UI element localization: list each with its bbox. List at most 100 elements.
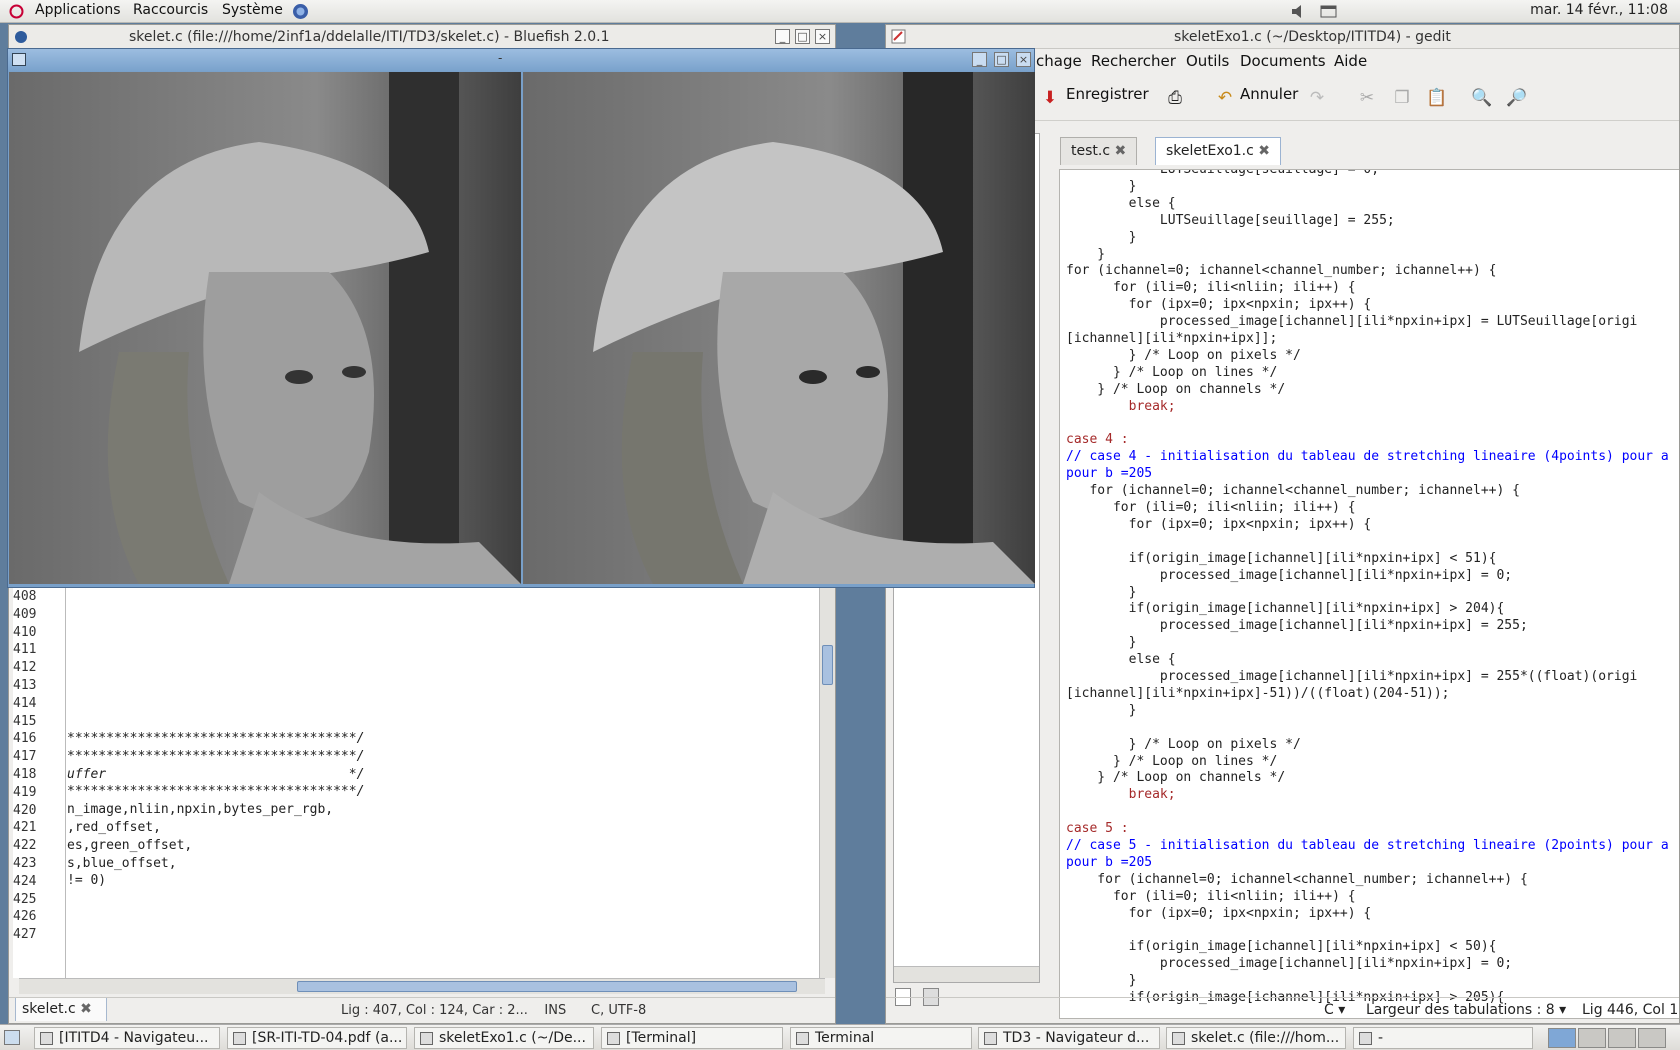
menu-systeme[interactable]: Système bbox=[222, 2, 283, 18]
debian-logo-icon[interactable] bbox=[8, 3, 25, 20]
taskbar-item-label: [Terminal] bbox=[626, 1030, 697, 1046]
line-number: 419 bbox=[13, 784, 37, 800]
maximize-button[interactable]: □ bbox=[994, 52, 1009, 67]
workspace-4[interactable] bbox=[1638, 1028, 1666, 1048]
language-selector[interactable]: C ▾ bbox=[1324, 1002, 1345, 1018]
undo-button[interactable]: Annuler bbox=[1240, 85, 1298, 103]
hscroll-thumb[interactable] bbox=[297, 981, 797, 992]
menu-rechercher[interactable]: Rechercher bbox=[1091, 52, 1176, 70]
close-tab-icon[interactable]: ✖ bbox=[1258, 143, 1270, 159]
scroll-thumb[interactable] bbox=[822, 645, 833, 685]
line-number: 422 bbox=[13, 838, 37, 854]
taskbar-item[interactable]: skeletExo1.c (~/De... bbox=[414, 1027, 594, 1049]
tab-label: test.c bbox=[1071, 143, 1111, 159]
vertical-scrollbar[interactable] bbox=[819, 585, 835, 978]
line-number: 418 bbox=[13, 767, 37, 782]
workspace-switcher[interactable] bbox=[1548, 1028, 1670, 1048]
code-line: *************************************/ bbox=[67, 784, 365, 800]
line-number: 420 bbox=[13, 802, 37, 818]
code-line: LUTSeuillage[seuillage] = 255; bbox=[1066, 212, 1395, 228]
line-number: 412 bbox=[13, 660, 37, 676]
minimize-button[interactable]: _ bbox=[972, 52, 987, 67]
workspace-1[interactable] bbox=[1548, 1028, 1576, 1048]
code-line: case 4 : bbox=[1066, 432, 1129, 448]
show-desktop-icon[interactable] bbox=[4, 1030, 20, 1045]
code-line: // case 5 - initialisation du tableau de… bbox=[1066, 838, 1669, 853]
menu-aide[interactable]: Aide bbox=[1334, 52, 1367, 70]
browser-launcher-icon[interactable] bbox=[292, 3, 309, 20]
menu-affichage[interactable]: chage bbox=[1036, 52, 1082, 70]
save-button[interactable]: Enregistrer bbox=[1066, 85, 1149, 103]
taskbar-item-label: skelet.c (file:///hom... bbox=[1191, 1030, 1340, 1046]
taskbar-item-label: - bbox=[1378, 1030, 1384, 1046]
window-icon bbox=[40, 1032, 53, 1045]
line-number: 410 bbox=[13, 624, 37, 640]
menu-raccourcis[interactable]: Raccourcis bbox=[133, 2, 208, 18]
workspace-3[interactable] bbox=[1608, 1028, 1636, 1048]
side-panel-hscroll[interactable] bbox=[894, 966, 1039, 982]
search-icon[interactable]: 🔍 bbox=[1471, 87, 1493, 109]
workspace-2[interactable] bbox=[1578, 1028, 1606, 1048]
close-tab-icon[interactable]: ✖ bbox=[1115, 143, 1127, 159]
image-viewer-titlebar[interactable]: - _ □ × bbox=[8, 49, 1034, 71]
code-line: for (ichannel=0; ichannel<channel_number… bbox=[1066, 871, 1528, 887]
bluefish-app-icon bbox=[13, 28, 30, 45]
clock[interactable]: mar. 14 févr., 11:08 bbox=[1530, 2, 1668, 18]
code-line: } bbox=[1066, 229, 1137, 245]
print-icon[interactable]: ⎙ bbox=[1164, 87, 1186, 109]
processed-image bbox=[523, 72, 1035, 584]
cut-icon[interactable]: ✂ bbox=[1356, 87, 1378, 109]
gedit-statusbar: C ▾ Largeur des tabulations : 8 ▾ Lig 44… bbox=[886, 997, 1679, 1023]
code-line: for (ichannel=0; ichannel<channel_number… bbox=[1066, 483, 1520, 499]
taskbar-item[interactable]: [Terminal] bbox=[601, 1027, 783, 1049]
taskbar-item[interactable]: [SR-ITI-TD-04.pdf (a... bbox=[227, 1027, 407, 1049]
taskbar-item[interactable]: TD3 - Navigateur d... bbox=[978, 1027, 1160, 1049]
save-icon[interactable]: ⬇ bbox=[1039, 87, 1061, 109]
line-number: 425 bbox=[13, 891, 37, 907]
undo-icon[interactable]: ↶ bbox=[1214, 87, 1236, 109]
volume-icon[interactable] bbox=[1290, 3, 1307, 20]
line-number: 411 bbox=[13, 642, 37, 658]
close-button[interactable]: × bbox=[1016, 52, 1031, 67]
taskbar-item[interactable]: [ITITD4 - Navigateu... bbox=[34, 1027, 220, 1049]
copy-icon[interactable]: ❐ bbox=[1391, 87, 1413, 109]
display-icon[interactable] bbox=[1320, 3, 1337, 20]
code-line: } /* Loop on pixels */ bbox=[1066, 736, 1301, 752]
window-menu-icon[interactable] bbox=[12, 53, 26, 66]
code-line: processed_image[ichannel][ili*npxin+ipx]… bbox=[1066, 956, 1513, 972]
code-line: *************************************/ bbox=[67, 731, 365, 746]
code-line: es,green_offset, bbox=[67, 837, 193, 853]
search-replace-icon[interactable]: 🔎 bbox=[1506, 87, 1528, 109]
code-line: [ichannel][ili*npxin+ipx]-51))/((float)(… bbox=[1066, 685, 1450, 701]
redo-icon[interactable]: ↷ bbox=[1306, 87, 1328, 109]
code-line: if(origin_image[ichannel][ili*npxin+ipx]… bbox=[1066, 601, 1505, 617]
code-line: uffer */ bbox=[67, 766, 365, 782]
code-line: } /* Loop on lines */ bbox=[1066, 753, 1278, 769]
bluefish-titlebar[interactable]: skelet.c (file:///home/2inf1a/ddelalle/I… bbox=[9, 25, 835, 49]
menu-applications[interactable]: Applications bbox=[35, 2, 121, 18]
menu-documents[interactable]: Documents bbox=[1240, 52, 1326, 70]
code-line: ,red_offset, bbox=[67, 820, 161, 835]
tab-width-selector[interactable]: Largeur des tabulations : 8 ▾ bbox=[1366, 1002, 1566, 1018]
menu-outils[interactable]: Outils bbox=[1186, 52, 1229, 70]
horizontal-scrollbar[interactable] bbox=[19, 978, 825, 994]
close-button[interactable]: × bbox=[815, 29, 830, 44]
taskbar-item-label: [ITITD4 - Navigateu... bbox=[59, 1030, 209, 1046]
minimize-button[interactable]: _ bbox=[775, 29, 790, 44]
taskbar-item[interactable]: skelet.c (file:///hom... bbox=[1166, 1027, 1346, 1049]
code-line: } /* Loop on lines */ bbox=[1066, 364, 1278, 380]
tab-test-c[interactable]: test.c ✖ bbox=[1060, 137, 1138, 165]
gedit-editor[interactable]: LUTSeuillage[seuillage] = 0; } else { LU… bbox=[1059, 169, 1679, 1019]
maximize-button[interactable]: □ bbox=[795, 29, 810, 44]
taskbar-item[interactable]: Terminal bbox=[790, 1027, 972, 1049]
code-line: } bbox=[1066, 973, 1137, 989]
tab-skeletexo1-c[interactable]: skeletExo1.c ✖ bbox=[1155, 137, 1282, 165]
taskbar-item-label: skeletExo1.c (~/De... bbox=[439, 1030, 586, 1046]
window-icon bbox=[420, 1032, 433, 1045]
paste-icon[interactable]: 📋 bbox=[1426, 87, 1448, 109]
taskbar-item[interactable]: - bbox=[1353, 1027, 1533, 1049]
window-icon bbox=[796, 1032, 809, 1045]
gedit-titlebar[interactable]: skeletExo1.c (~/Desktop/ITITD4) - gedit bbox=[886, 25, 1679, 49]
cursor-position: Lig 446, Col 10 bbox=[1582, 1002, 1680, 1018]
code-line: else { bbox=[1066, 195, 1176, 211]
